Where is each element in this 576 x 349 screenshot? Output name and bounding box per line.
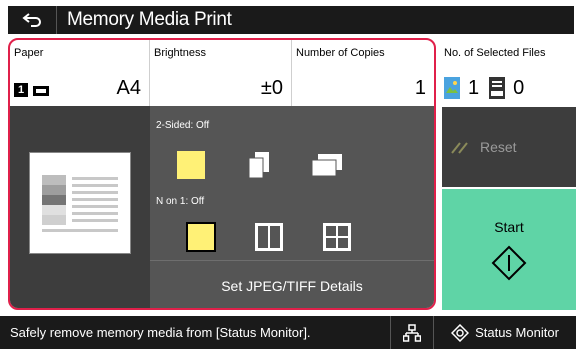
jpeg-count: 1 bbox=[468, 76, 480, 99]
copies-setting[interactable]: Number of Copies 1 bbox=[292, 40, 434, 106]
status-monitor-button[interactable]: Status Monitor bbox=[434, 323, 576, 342]
page-title: Memory Media Print bbox=[67, 9, 232, 30]
network-button[interactable] bbox=[390, 316, 434, 349]
two-pages-icon bbox=[255, 223, 283, 251]
start-diamond-icon bbox=[491, 245, 527, 280]
two-sided-book-icon bbox=[248, 152, 269, 179]
pdf-count: 0 bbox=[513, 76, 525, 99]
status-bar: Safely remove memory media from [Status … bbox=[0, 316, 576, 349]
single-page-icon bbox=[186, 222, 216, 252]
brightness-value: ±0 bbox=[260, 77, 283, 99]
back-arrow-icon bbox=[22, 13, 41, 27]
copies-label: Number of Copies bbox=[296, 47, 385, 59]
brightness-setting[interactable]: Brightness ±0 bbox=[150, 40, 292, 106]
back-button[interactable] bbox=[8, 6, 57, 34]
4-on-1-button[interactable] bbox=[320, 220, 354, 254]
one-sided-icon bbox=[177, 151, 205, 179]
settings-panel: Paper 1 A4 Brightness ±0 Number of Copie… bbox=[8, 38, 436, 310]
status-monitor-label: Status Monitor bbox=[475, 325, 559, 340]
paper-size-value: A4 bbox=[116, 77, 141, 99]
two-sided-label: 2-Sided: Off bbox=[156, 120, 210, 131]
2-on-1-button[interactable] bbox=[252, 220, 286, 254]
preview-area bbox=[10, 106, 150, 308]
pdf-file-icon bbox=[489, 77, 506, 99]
paper-setting[interactable]: Paper 1 A4 bbox=[10, 40, 150, 106]
reset-icon bbox=[451, 142, 468, 154]
reset-button[interactable]: Reset bbox=[442, 107, 576, 187]
paper-label: Paper bbox=[14, 47, 44, 59]
network-icon bbox=[403, 323, 421, 342]
two-sided-calendar-icon bbox=[311, 154, 342, 177]
one-sided-button[interactable] bbox=[174, 148, 208, 182]
copies-value: 1 bbox=[414, 77, 426, 99]
start-label: Start bbox=[494, 218, 524, 235]
two-sided-calendar-button[interactable] bbox=[310, 148, 344, 182]
image-thumbnail[interactable] bbox=[29, 152, 131, 254]
drawer-number-badge: 1 bbox=[14, 83, 28, 97]
n-on-1-off-button[interactable] bbox=[184, 220, 218, 254]
selected-files-label: No. of Selected Files bbox=[444, 47, 546, 59]
set-jpeg-tiff-details-button[interactable]: Set JPEG/TIFF Details bbox=[150, 260, 434, 308]
four-pages-icon bbox=[323, 223, 351, 251]
two-sided-book-button[interactable] bbox=[242, 148, 276, 182]
brightness-label: Brightness bbox=[154, 47, 206, 59]
title-bar: Memory Media Print bbox=[8, 6, 574, 34]
status-monitor-icon bbox=[451, 323, 470, 342]
reset-label: Reset bbox=[480, 139, 517, 155]
jpeg-file-icon bbox=[444, 77, 460, 99]
paper-drawer-icon bbox=[33, 86, 49, 96]
n-on-1-label: N on 1: Off bbox=[156, 196, 205, 207]
print-options: 2-Sided: Off N on 1: Off Set JPEG/TIFF D… bbox=[150, 106, 434, 308]
selected-files-counts: 1 0 bbox=[444, 74, 574, 102]
settings-row: Paper 1 A4 Brightness ±0 Number of Copie… bbox=[10, 40, 434, 106]
selected-files-panel: No. of Selected Files 1 0 bbox=[442, 38, 576, 106]
thumbnail-image-icon bbox=[42, 175, 118, 232]
start-button[interactable]: Start bbox=[442, 189, 576, 310]
status-message: Safely remove memory media from [Status … bbox=[10, 325, 311, 340]
jpeg-tiff-label: Set JPEG/TIFF Details bbox=[221, 277, 363, 294]
